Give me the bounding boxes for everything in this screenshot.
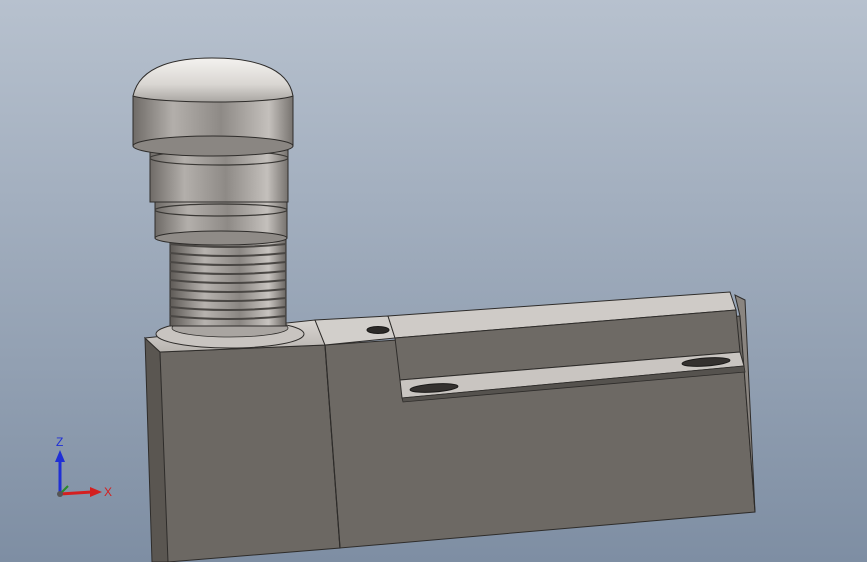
triad-x-arrowhead bbox=[90, 487, 102, 497]
triad-origin bbox=[57, 491, 63, 497]
triad-x-label: X bbox=[104, 485, 112, 499]
mount-hole-top bbox=[366, 326, 390, 334]
triad-z-arrowhead bbox=[55, 450, 65, 462]
plunger-cap-bottom bbox=[132, 135, 294, 157]
plunger-mid-cylinder bbox=[149, 149, 289, 203]
graphics-viewport[interactable]: Z X bbox=[0, 0, 867, 562]
3d-model-view[interactable] bbox=[0, 0, 867, 562]
plunger-lower-ring bbox=[154, 230, 288, 246]
triad-z-label: Z bbox=[56, 435, 63, 449]
body-front-left bbox=[159, 344, 341, 562]
coordinate-triad: Z X bbox=[55, 435, 112, 499]
triad-x-axis bbox=[59, 490, 93, 496]
